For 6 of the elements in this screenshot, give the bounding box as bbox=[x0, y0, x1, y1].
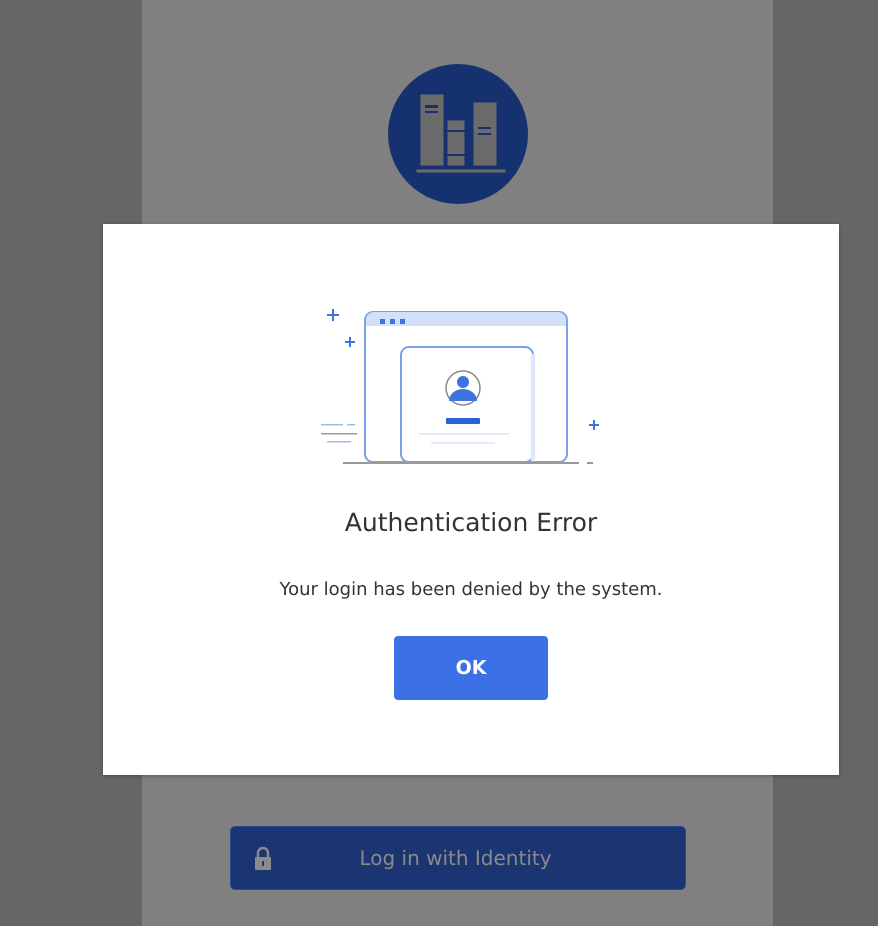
books-logo-icon bbox=[388, 64, 528, 204]
identity-login-button[interactable]: Log in with Identity bbox=[230, 826, 686, 890]
dialog-title: Authentication Error bbox=[344, 508, 598, 537]
lock-icon bbox=[252, 846, 272, 870]
ok-button[interactable]: OK bbox=[394, 636, 548, 700]
dialog-message: Your login has been denied by the system. bbox=[280, 579, 662, 600]
